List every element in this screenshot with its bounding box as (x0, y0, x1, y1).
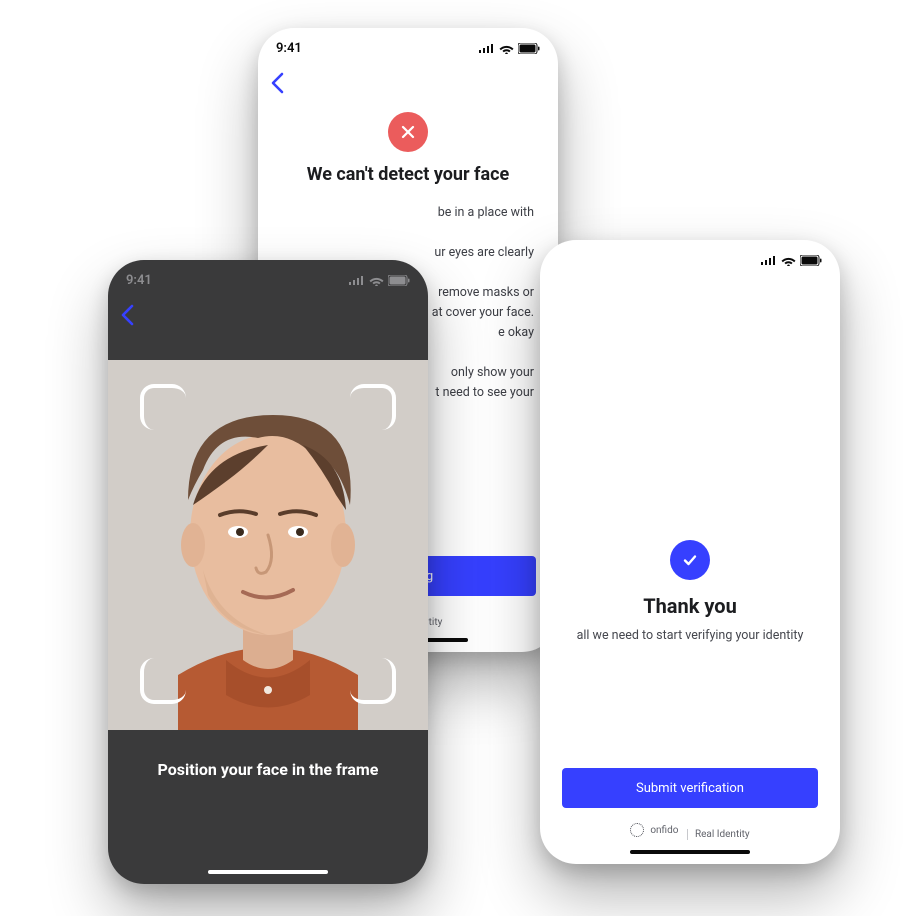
status-icons (349, 275, 410, 286)
signal-icon (479, 43, 495, 53)
status-bar: 9:41 (258, 28, 558, 68)
home-indicator (208, 870, 328, 874)
status-icons (761, 255, 822, 266)
nav-bar (108, 300, 428, 334)
phone-success-screen: Thank you all we need to start verifying… (540, 240, 840, 864)
brand-name: onfido (650, 825, 678, 836)
brand-tagline: Real Identity (687, 829, 750, 840)
check-icon (670, 540, 710, 580)
brand-footer: onfido Real Identity (540, 823, 840, 840)
success-message: all we need to start verifying your iden… (540, 626, 840, 645)
wifi-icon (781, 255, 796, 266)
back-icon[interactable] (120, 304, 134, 331)
signal-icon (761, 255, 777, 265)
success-title: Thank you (540, 594, 840, 618)
wifi-icon (499, 43, 514, 54)
phone-camera-screen: 9:41 (108, 260, 428, 884)
home-indicator (630, 850, 750, 854)
signal-icon (349, 275, 365, 285)
camera-instruction: Position your face in the frame (108, 760, 428, 779)
submit-button[interactable]: Submit verification (562, 768, 818, 808)
battery-icon (518, 43, 540, 54)
battery-icon (388, 275, 410, 286)
battery-icon (800, 255, 822, 266)
status-bar (540, 240, 840, 280)
status-icons (479, 43, 540, 54)
nav-bar (258, 68, 558, 102)
status-time: 9:41 (126, 273, 152, 288)
back-icon[interactable] (270, 72, 284, 99)
status-bar: 9:41 (108, 260, 428, 300)
submit-button-label: Submit verification (636, 781, 744, 796)
error-title: We can't detect your face (276, 164, 540, 185)
brand-logo-icon (630, 823, 644, 837)
wifi-icon (369, 275, 384, 286)
error-icon (388, 112, 428, 152)
camera-viewport (108, 360, 428, 730)
tip-1: be in a place with (276, 203, 534, 223)
status-time: 9:41 (276, 41, 302, 56)
